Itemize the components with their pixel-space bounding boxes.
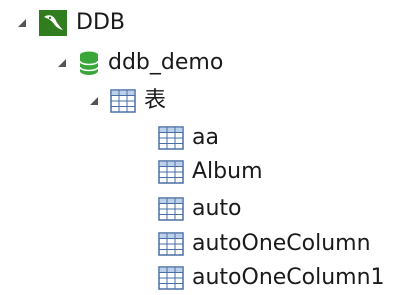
- tree-node-database[interactable]: ddb_demo: [56, 46, 223, 80]
- mysql-dolphin-icon: [39, 10, 67, 36]
- tree-node-table[interactable]: autoOneColumn: [158, 227, 371, 261]
- tree-node-table[interactable]: autoOneColumn1: [158, 261, 385, 295]
- tree-node-label: autoOneColumn1: [192, 265, 385, 290]
- tree-node-table[interactable]: auto: [158, 192, 242, 226]
- tree-node-label: Album: [192, 159, 263, 184]
- database-icon: [79, 51, 99, 75]
- expanded-arrow-icon[interactable]: [16, 17, 28, 29]
- tree-node-label: aa: [192, 125, 219, 150]
- tree-node-table[interactable]: aa: [158, 121, 219, 155]
- tree-view: DDB ddb_demo 表 aa Album auto autoOneColu…: [0, 0, 414, 294]
- expanded-arrow-icon[interactable]: [56, 57, 68, 69]
- expanded-arrow-icon[interactable]: [88, 95, 100, 107]
- tree-node-label: DDB: [76, 10, 125, 35]
- tree-node-label: auto: [192, 196, 242, 221]
- tree-node-tables-folder[interactable]: 表: [88, 84, 166, 118]
- table-icon: [158, 197, 184, 221]
- table-icon: [158, 266, 184, 290]
- table-icon: [158, 126, 184, 150]
- tree-node-label: ddb_demo: [108, 50, 224, 75]
- tree-node-label: autoOneColumn: [192, 231, 371, 256]
- tree-node-label: 表: [144, 88, 167, 113]
- table-icon: [158, 232, 184, 256]
- table-icon: [158, 160, 184, 184]
- tree-node-ddb[interactable]: DDB: [16, 6, 125, 40]
- table-icon: [110, 89, 136, 113]
- tree-node-table[interactable]: Album: [158, 155, 263, 189]
